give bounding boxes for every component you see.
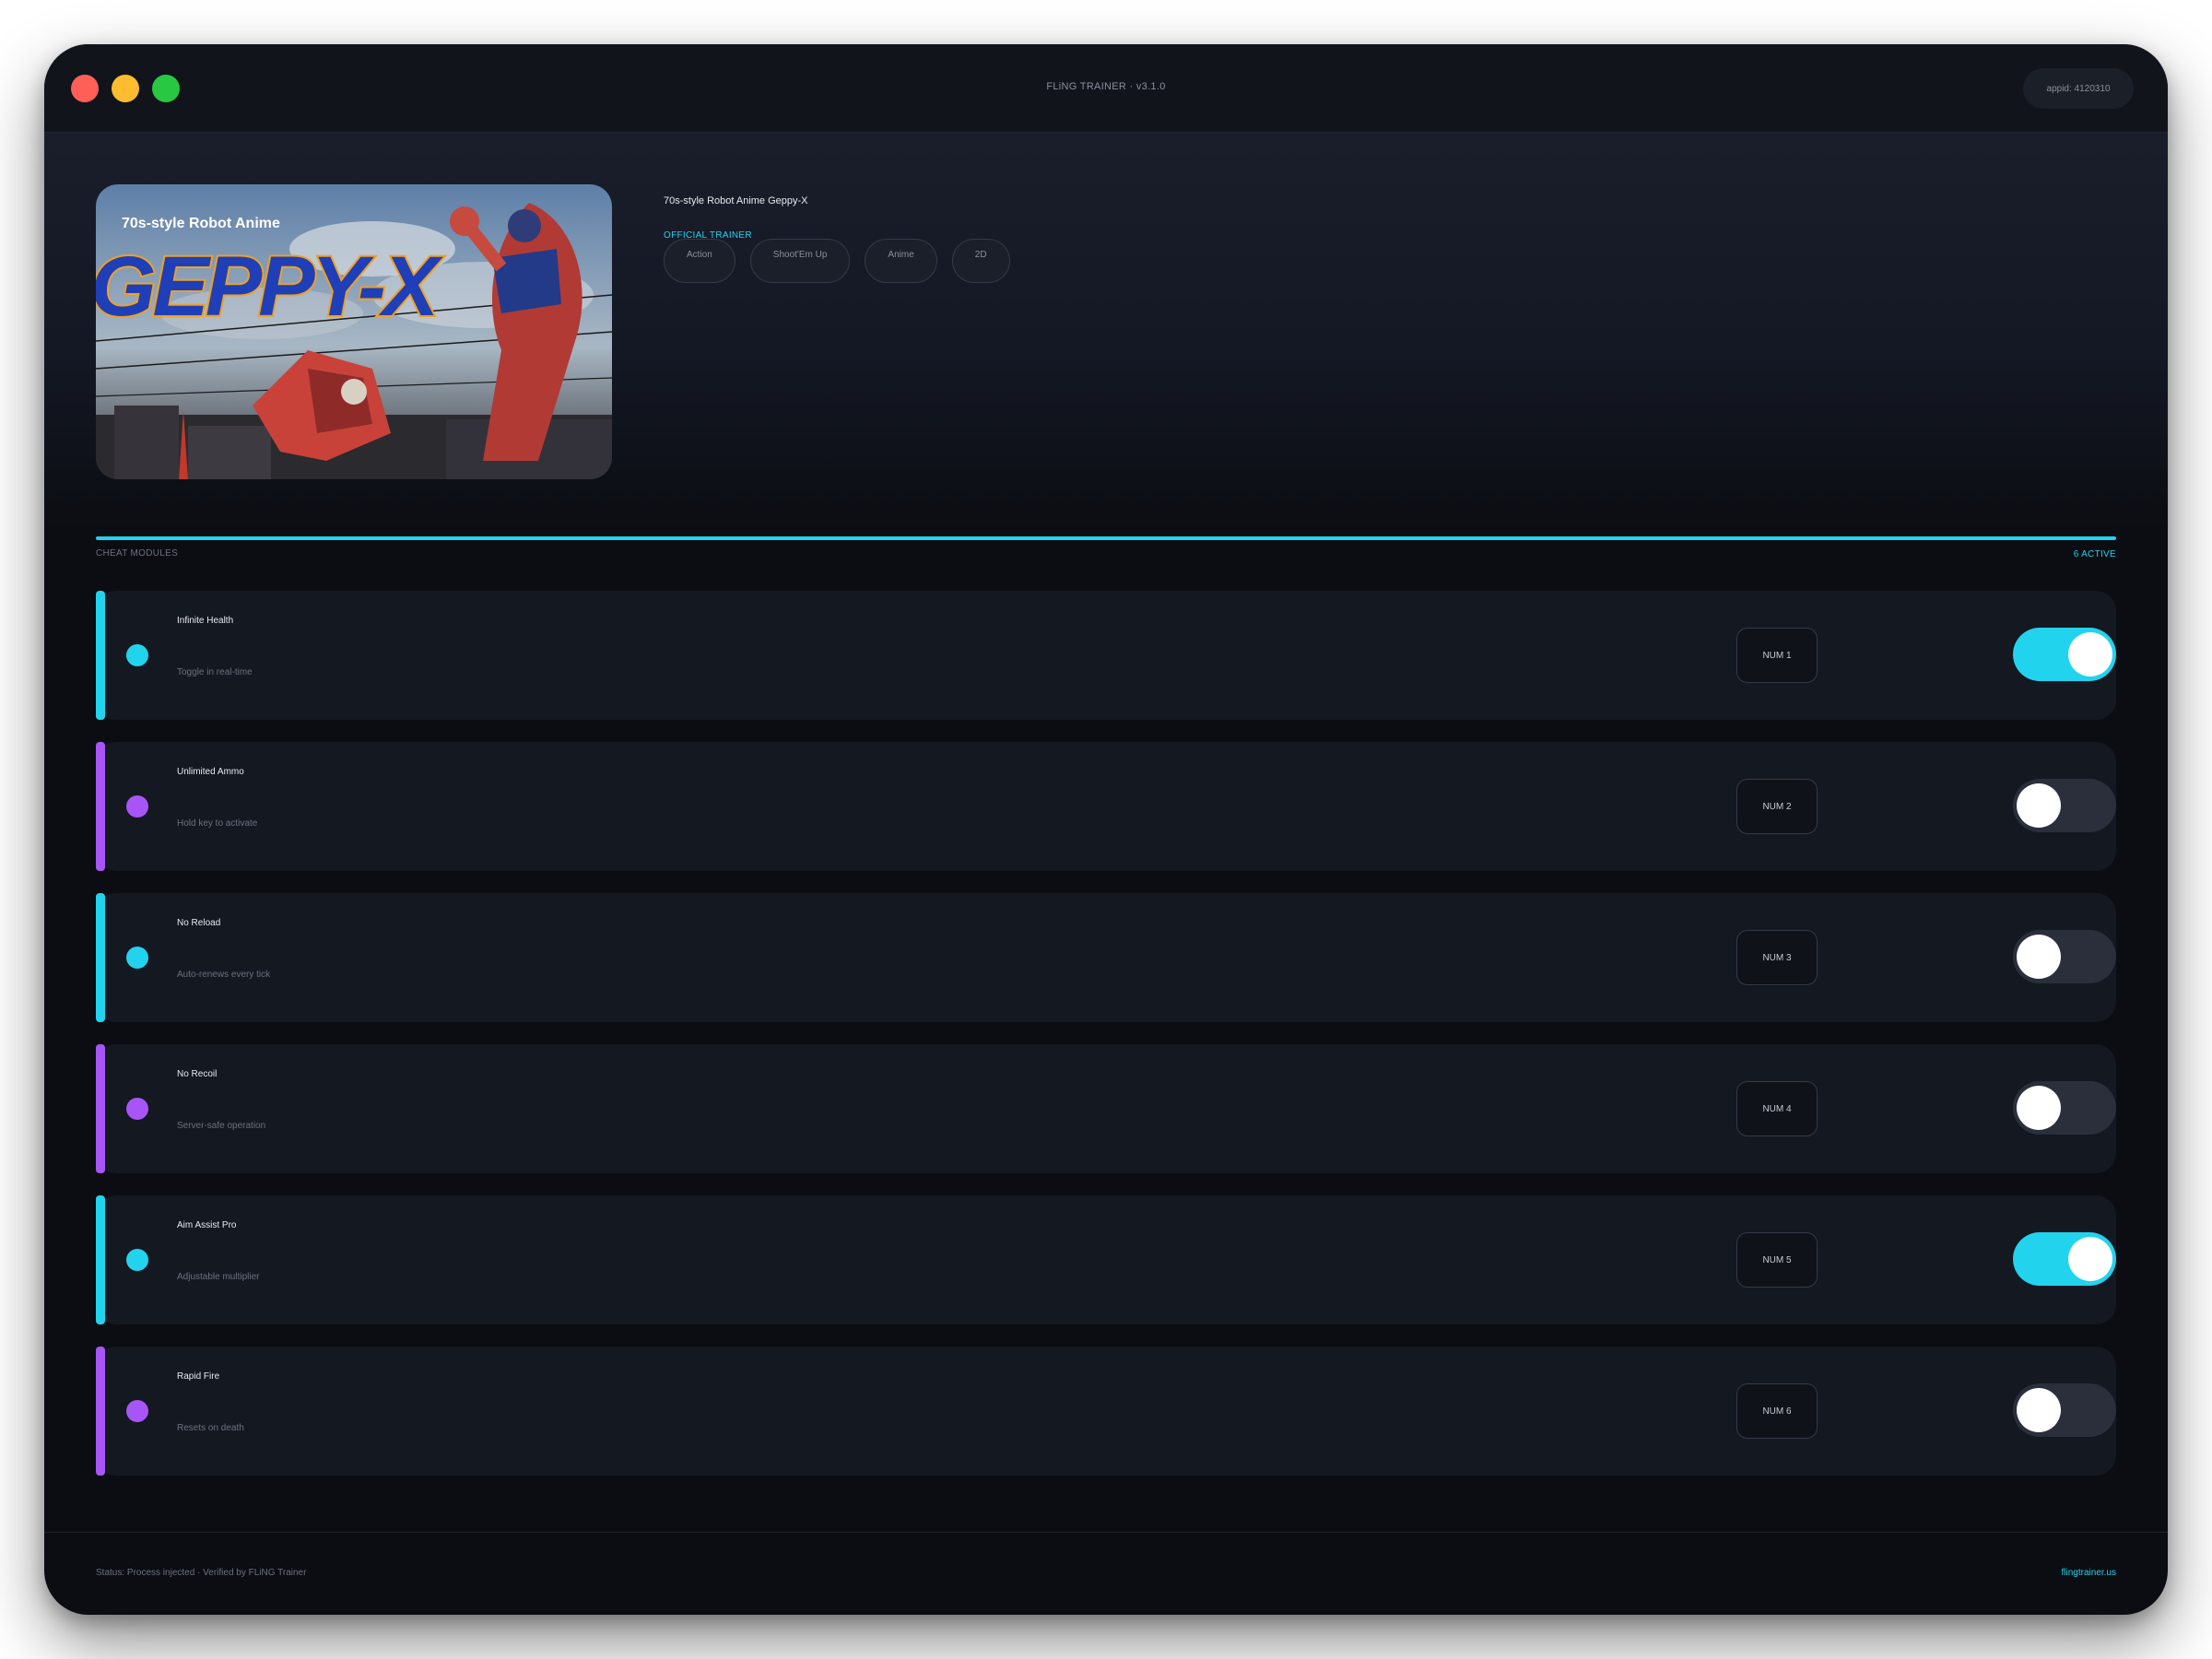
active-count: 6 ACTIVE (2073, 549, 2116, 559)
game-header: 70s-style Robot Anime GEPPY-X 70s-style … (44, 133, 2168, 529)
hotkey-button[interactable]: NUM 4 (1736, 1081, 1818, 1136)
module-description: Auto-renews every tick (177, 970, 271, 980)
module-toggle[interactable] (2013, 779, 2116, 832)
module-accent-bar (96, 893, 105, 1022)
module-accent-bar (96, 591, 105, 720)
hotkey-button[interactable]: NUM 5 (1736, 1232, 1818, 1288)
module-name: Rapid Fire (177, 1371, 220, 1382)
hotkey-button[interactable]: NUM 3 (1736, 930, 1818, 985)
section-label: CHEAT MODULES (96, 548, 179, 559)
module-toggle[interactable] (2013, 628, 2116, 681)
tag-anime[interactable]: Anime (865, 239, 937, 283)
hotkey-button[interactable]: NUM 1 (1736, 628, 1818, 683)
module-toggle[interactable] (2013, 1383, 2116, 1437)
trainer-window: FLiNG TRAINER · v3.1.0 appid: 4120310 70… (44, 44, 2168, 1615)
module-accent-bar (96, 1347, 105, 1476)
cheat-module: Aim Assist Pro Adjustable multiplier NUM… (96, 1195, 2116, 1324)
website-link[interactable]: flingtrainer.us (2062, 1568, 2116, 1578)
toggle-knob (2017, 1388, 2061, 1432)
tag-2d[interactable]: 2D (951, 239, 1010, 283)
tag-action[interactable]: Action (664, 239, 735, 283)
cover-caption: 70s-style Robot Anime (122, 216, 280, 231)
cheat-module: Rapid Fire Resets on death NUM 6 (96, 1347, 2116, 1476)
status-dot-icon (126, 644, 148, 666)
cheat-module: Unlimited Ammo Hold key to activate NUM … (96, 742, 2116, 871)
cheat-module-list: Infinite Health Toggle in real-time NUM … (96, 591, 2116, 1498)
module-toggle[interactable] (2013, 1081, 2116, 1135)
tag-shoot-em-up[interactable]: Shoot'Em Up (749, 239, 851, 283)
cheat-module: No Reload Auto-renews every tick NUM 3 (96, 893, 2116, 1022)
module-name: Unlimited Ammo (177, 767, 244, 777)
status-dot-icon (126, 947, 148, 969)
module-description: Adjustable multiplier (177, 1272, 260, 1282)
module-accent-bar (96, 742, 105, 871)
game-cover-image: 70s-style Robot Anime GEPPY-X (96, 184, 612, 479)
status-dot-icon (126, 795, 148, 818)
genre-tags: Action Shoot'Em Up Anime 2D (664, 239, 1010, 283)
module-description: Hold key to activate (177, 818, 258, 829)
module-accent-bar (96, 1195, 105, 1324)
cheat-module: Infinite Health Toggle in real-time NUM … (96, 591, 2116, 720)
toggle-knob (2068, 1237, 2112, 1281)
hotkey-button[interactable]: NUM 6 (1736, 1383, 1818, 1439)
module-description: Toggle in real-time (177, 667, 253, 677)
hotkey-button[interactable]: NUM 2 (1736, 779, 1818, 834)
status-text: Status: Process injected · Verified by F… (96, 1568, 307, 1578)
module-accent-bar (96, 1044, 105, 1173)
game-title: 70s-style Robot Anime Geppy-X (664, 195, 808, 206)
window-title: FLiNG TRAINER · v3.1.0 (1046, 81, 1166, 92)
status-dot-icon (126, 1098, 148, 1120)
toggle-knob (2017, 1086, 2061, 1130)
module-name: Infinite Health (177, 616, 234, 626)
module-toggle[interactable] (2013, 930, 2116, 983)
title-bar: FLiNG TRAINER · v3.1.0 appid: 4120310 (44, 44, 2168, 133)
cover-logo: GEPPY-X (96, 240, 443, 334)
appid-badge: appid: 4120310 (2023, 68, 2134, 109)
cheat-module: No Recoil Server-safe operation NUM 4 (96, 1044, 2116, 1173)
module-description: Resets on death (177, 1423, 244, 1433)
toggle-knob (2017, 783, 2061, 828)
module-description: Server-safe operation (177, 1121, 266, 1131)
module-name: No Reload (177, 918, 221, 928)
status-dot-icon (126, 1249, 148, 1271)
toggle-knob (2068, 632, 2112, 677)
toggle-knob (2017, 935, 2061, 979)
footer-divider (44, 1532, 2168, 1533)
module-toggle[interactable] (2013, 1232, 2116, 1286)
module-name: Aim Assist Pro (177, 1220, 237, 1230)
section-divider (96, 536, 2116, 540)
status-dot-icon (126, 1400, 148, 1422)
module-name: No Recoil (177, 1069, 218, 1079)
